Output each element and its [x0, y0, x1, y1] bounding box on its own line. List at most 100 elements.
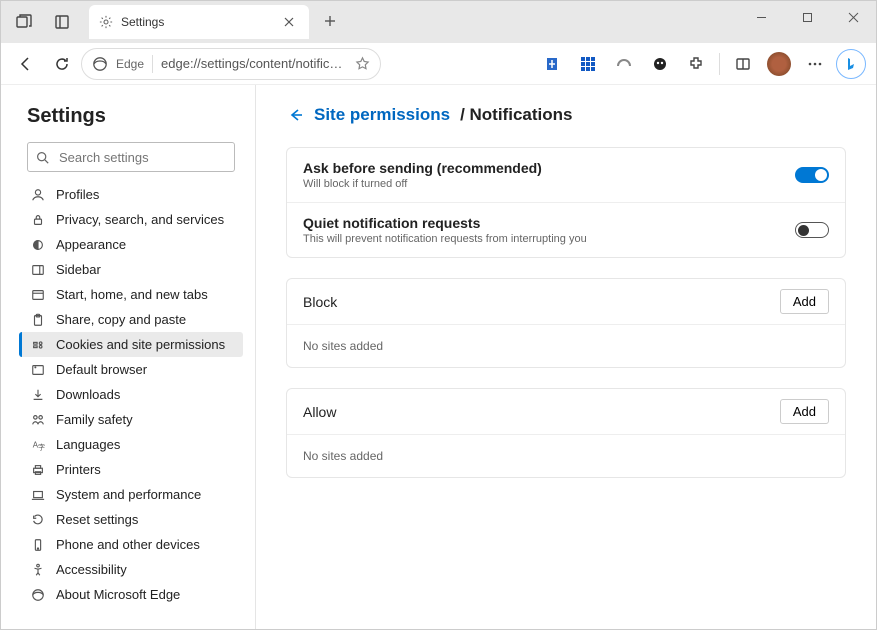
sidebar-item-downloads[interactable]: Downloads: [19, 382, 243, 407]
ext-shield-icon[interactable]: [535, 47, 569, 81]
option-title: Ask before sending (recommended): [303, 160, 795, 176]
split-screen-icon[interactable]: [726, 47, 760, 81]
family-icon: [30, 413, 46, 427]
option-ask-before-sending: Ask before sending (recommended) Will bl…: [287, 148, 845, 202]
settings-title: Settings: [27, 105, 243, 128]
window-controls: [738, 1, 876, 33]
sidebar-item-about[interactable]: About Microsoft Edge: [19, 582, 243, 607]
workspaces-icon[interactable]: [5, 4, 43, 40]
block-card: Block Add No sites added: [286, 278, 846, 368]
tab-title: Settings: [121, 15, 271, 29]
allow-empty-text: No sites added: [287, 435, 845, 477]
option-subtitle: This will prevent notification requests …: [303, 233, 795, 245]
sidebar-item-label: Privacy, search, and services: [56, 212, 224, 227]
sidebar-item-label: Cookies and site permissions: [56, 337, 225, 352]
sidebar-item-start[interactable]: Start, home, and new tabs: [19, 282, 243, 307]
sidebar-item-printers[interactable]: Printers: [19, 457, 243, 482]
phone-icon: [30, 538, 46, 552]
sidebar-item-label: Accessibility: [56, 562, 127, 577]
sidebar-item-languages[interactable]: A字 Languages: [19, 432, 243, 457]
close-window-button[interactable]: [830, 1, 876, 33]
breadcrumb-parent[interactable]: Site permissions: [314, 105, 450, 125]
allow-add-button[interactable]: Add: [780, 399, 829, 424]
tab-actions-icon[interactable]: [43, 4, 81, 40]
bing-chat-icon[interactable]: [834, 47, 868, 81]
toggle-quiet-requests[interactable]: [795, 222, 829, 238]
window-icon: [30, 288, 46, 302]
close-tab-icon[interactable]: [279, 12, 299, 32]
sidebar-item-cookies[interactable]: Cookies and site permissions: [19, 332, 243, 357]
settings-search[interactable]: [27, 142, 235, 172]
sidebar-item-label: Phone and other devices: [56, 537, 200, 552]
sidebar-item-label: Default browser: [56, 362, 147, 377]
allow-card: Allow Add No sites added: [286, 388, 846, 478]
svg-text:字: 字: [38, 442, 45, 451]
block-title: Block: [303, 294, 780, 310]
ext-grid-icon[interactable]: [571, 47, 605, 81]
sidebar-item-reset[interactable]: Reset settings: [19, 507, 243, 532]
breadcrumb: Site permissions / Notifications: [286, 105, 846, 125]
favorite-icon[interactable]: [355, 56, 370, 71]
sidebar-item-profiles[interactable]: Profiles: [19, 182, 243, 207]
main-panel: Site permissions / Notifications Ask bef…: [256, 85, 876, 629]
breadcrumb-current: / Notifications: [460, 105, 572, 125]
sidebar-item-label: Printers: [56, 462, 101, 477]
settings-search-input[interactable]: [57, 149, 237, 166]
new-tab-button[interactable]: [315, 6, 345, 36]
extensions-icon[interactable]: [679, 47, 713, 81]
more-menu-icon[interactable]: [798, 47, 832, 81]
option-quiet-requests: Quiet notification requests This will pr…: [287, 202, 845, 257]
lock-icon: [30, 213, 46, 227]
options-card: Ask before sending (recommended) Will bl…: [286, 147, 846, 258]
sidebar-item-label: Profiles: [56, 187, 99, 202]
sidebar-item-default-browser[interactable]: Default browser: [19, 357, 243, 382]
sidebar-item-label: Reset settings: [56, 512, 138, 527]
sidebar-item-phone[interactable]: Phone and other devices: [19, 532, 243, 557]
toolbar-divider: [719, 53, 720, 75]
profile-avatar[interactable]: [762, 47, 796, 81]
maximize-button[interactable]: [784, 1, 830, 33]
toggle-ask-before-sending[interactable]: [795, 167, 829, 183]
option-title: Quiet notification requests: [303, 215, 795, 231]
browser-tab[interactable]: Settings: [89, 5, 309, 39]
sidebar-item-label: Languages: [56, 437, 120, 452]
sidebar-item-sidebar[interactable]: Sidebar: [19, 257, 243, 282]
allow-header: Allow Add: [287, 389, 845, 435]
allow-title: Allow: [303, 404, 780, 420]
sidebar-item-system[interactable]: System and performance: [19, 482, 243, 507]
back-button[interactable]: [9, 47, 43, 81]
address-source-label: Edge: [116, 57, 144, 71]
sidebar-item-accessibility[interactable]: Accessibility: [19, 557, 243, 582]
sidebar-item-label: Family safety: [56, 412, 133, 427]
address-bar[interactable]: Edge edge://settings/content/notificat..…: [81, 48, 381, 80]
sidebar-item-privacy[interactable]: Privacy, search, and services: [19, 207, 243, 232]
sidebar-item-label: Downloads: [56, 387, 120, 402]
toolbar: Edge edge://settings/content/notificat..…: [1, 43, 876, 85]
panel-icon: [30, 263, 46, 277]
edge-logo-icon: [92, 56, 108, 72]
sidebar-item-appearance[interactable]: Appearance: [19, 232, 243, 257]
breadcrumb-back-icon[interactable]: [286, 106, 304, 124]
sidebar-item-label: Start, home, and new tabs: [56, 287, 208, 302]
minimize-button[interactable]: [738, 1, 784, 33]
language-icon: A字: [30, 438, 46, 452]
appearance-icon: [30, 238, 46, 252]
sidebar-item-label: About Microsoft Edge: [56, 587, 180, 602]
block-add-button[interactable]: Add: [780, 289, 829, 314]
sidebar-item-family[interactable]: Family safety: [19, 407, 243, 432]
search-icon: [36, 151, 49, 164]
toolbar-right: [535, 47, 868, 81]
ext-vpn-icon[interactable]: [607, 47, 641, 81]
separator: [152, 55, 153, 73]
sidebar-item-label: Share, copy and paste: [56, 312, 186, 327]
ext-alien-icon[interactable]: [643, 47, 677, 81]
address-url: edge://settings/content/notificat...: [161, 56, 347, 71]
download-icon: [30, 388, 46, 402]
sidebar-item-label: Sidebar: [56, 262, 101, 277]
content-area: Settings Profiles Privacy, search, and s…: [1, 85, 876, 629]
sidebar-item-share[interactable]: Share, copy and paste: [19, 307, 243, 332]
settings-sidebar: Settings Profiles Privacy, search, and s…: [1, 85, 256, 629]
gear-icon: [99, 15, 113, 29]
laptop-icon: [30, 488, 46, 502]
refresh-button[interactable]: [45, 47, 79, 81]
